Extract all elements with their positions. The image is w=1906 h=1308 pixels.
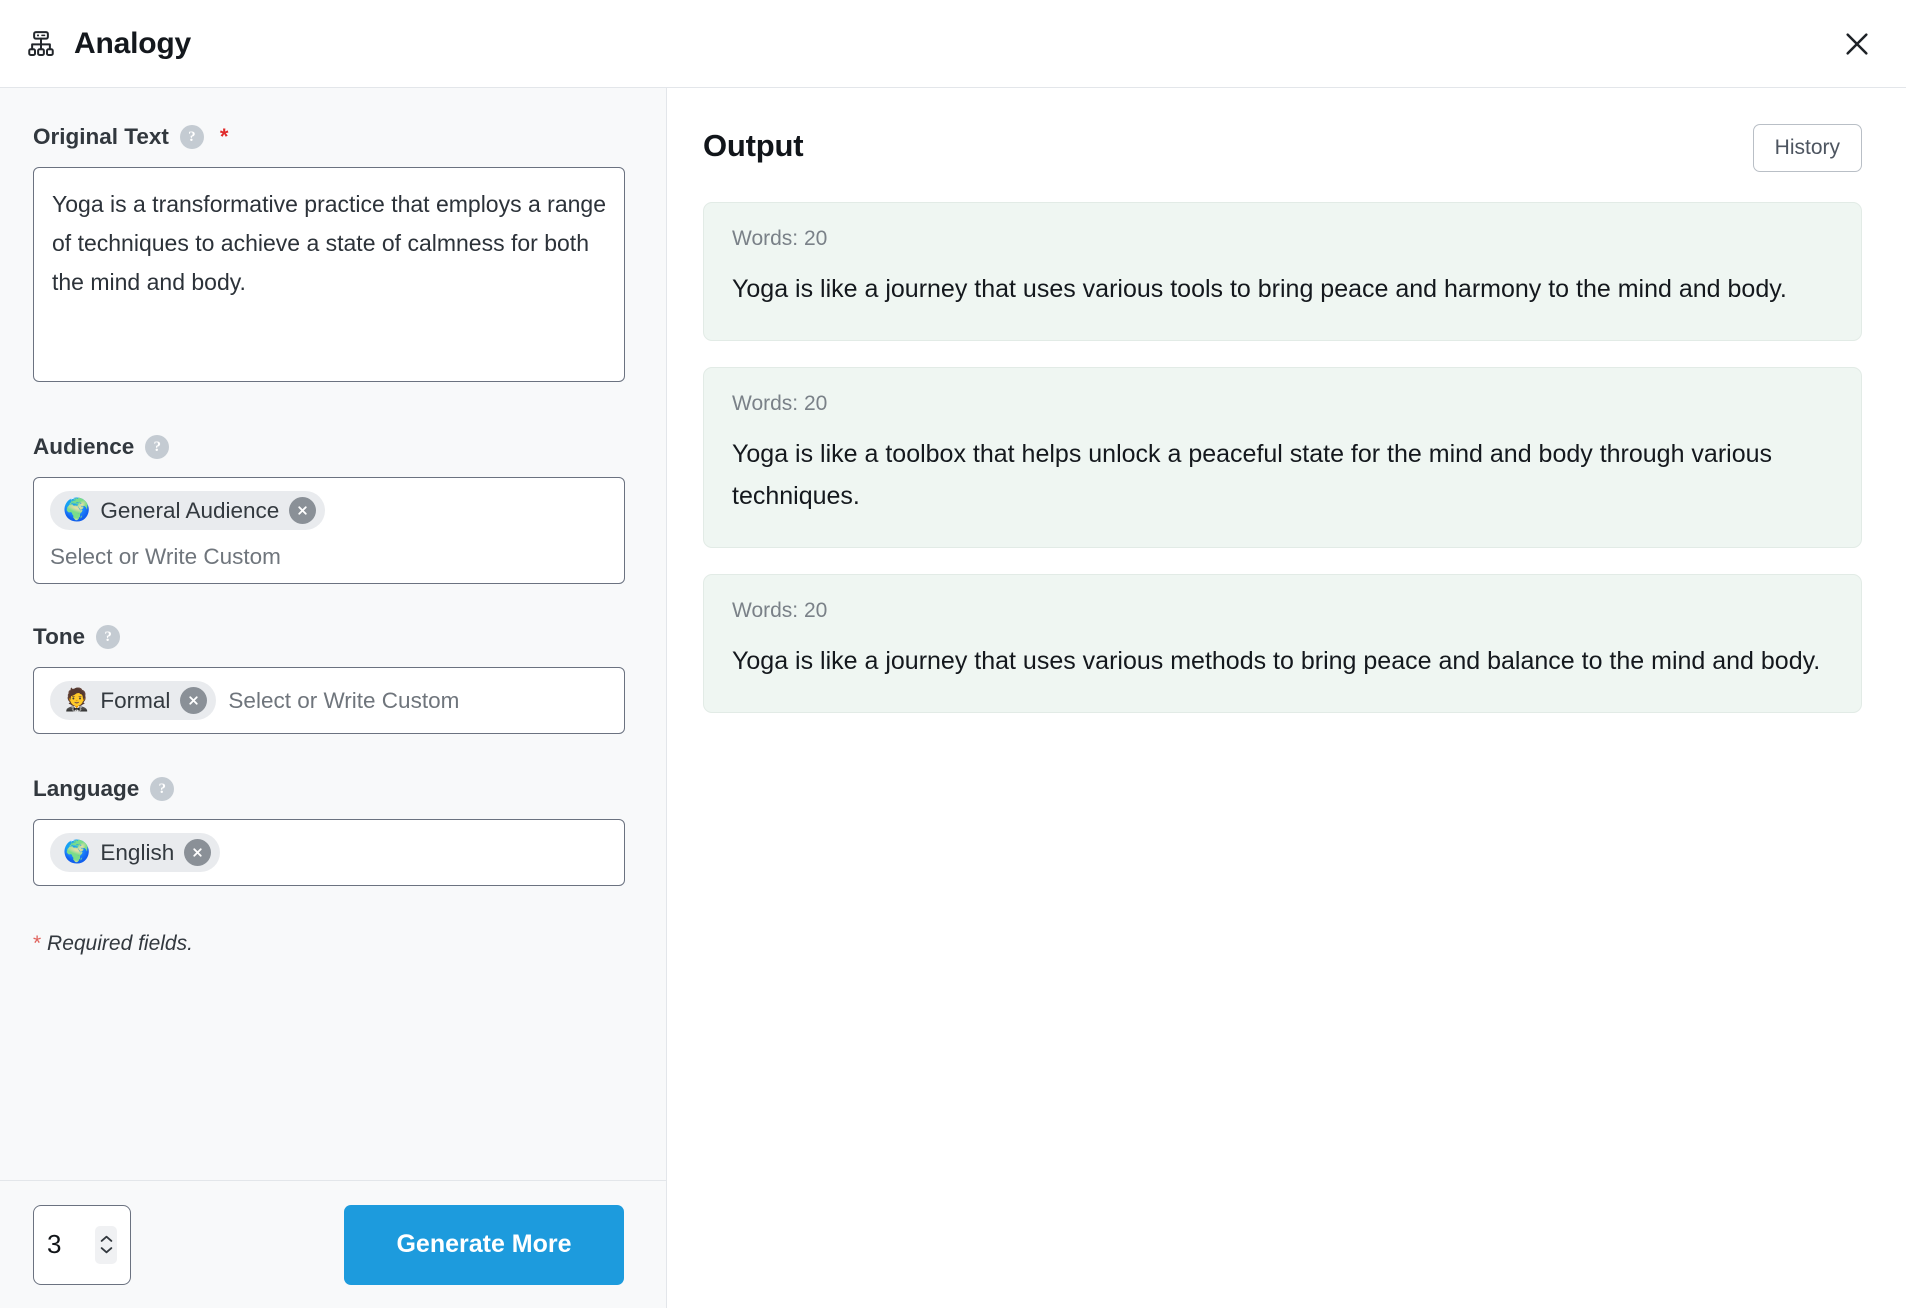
language-tag-input[interactable]: 🌍 English [33,819,625,886]
field-tone: Tone ? 🤵 Formal Select or Write Custom [33,624,625,734]
field-language: Language ? 🌍 English [33,776,625,886]
output-panel: Output History Words: 20 Yoga is like a … [667,88,1906,1308]
page-title: Analogy [74,26,191,60]
output-result-text: Yoga is like a journey that uses various… [732,275,1787,303]
person-in-tuxedo-icon: 🤵 [63,687,91,713]
close-icon[interactable] [1834,21,1880,67]
field-original-text: Original Text ? * [33,124,625,382]
tone-label: Tone [33,624,86,649]
audience-label-row: Audience ? [33,434,624,460]
required-asterisk: * [219,124,229,149]
required-note-asterisk: * [33,932,42,955]
audience-tag-label: General Audience [100,497,280,523]
output-header: Output History [703,124,1862,172]
history-button[interactable]: History [1752,124,1862,172]
word-count-label: Words: 20 [732,392,828,415]
original-text-input[interactable] [33,167,625,382]
original-text-label-row: Original Text ? * [33,124,624,150]
chevron-down-icon [100,1247,112,1254]
field-audience: Audience ? 🌍 General Audience Select or … [33,434,625,584]
language-tag-label: English [100,839,175,865]
tone-placeholder: Select or Write Custom [228,687,460,713]
question-mark-icon[interactable]: ? [179,125,204,149]
tone-label-row: Tone ? [33,624,624,650]
input-form-scroll-area: Original Text ? * Audience ? 🌍 [0,88,666,1180]
original-text-label: Original Text [33,124,169,149]
language-tag-english[interactable]: 🌍 English [50,833,221,872]
audience-placeholder: Select or Write Custom [50,544,281,569]
sitemap-icon [24,27,58,61]
tone-tag-label: Formal [100,687,171,713]
form-footer: 3 Generate More [0,1180,666,1308]
output-result-text: Yoga is like a journey that uses various… [732,647,1821,675]
globe-icon: 🌍 [63,839,91,865]
generate-more-button[interactable]: Generate More [344,1204,624,1285]
output-result-card[interactable]: Words: 20 Yoga is like a toolbox that he… [703,367,1862,548]
generation-count-stepper[interactable]: 3 [33,1204,131,1285]
stepper-buttons[interactable] [95,1225,117,1264]
remove-tag-icon[interactable] [184,839,212,866]
question-mark-icon[interactable]: ? [145,435,170,459]
window-titlebar: Analogy [0,0,1906,88]
question-mark-icon[interactable]: ? [96,625,121,649]
globe-icon: 🌍 [63,497,91,523]
output-result-text: Yoga is like a toolbox that helps unlock… [732,440,1773,510]
window-body: Original Text ? * Audience ? 🌍 [0,88,1906,1308]
chevron-up-icon [100,1235,112,1242]
remove-tag-icon[interactable] [180,687,208,714]
audience-label: Audience [33,434,135,459]
word-count-label: Words: 20 [732,227,828,250]
question-mark-icon[interactable]: ? [150,777,175,801]
audience-tag-input[interactable]: 🌍 General Audience Select or Write Custo… [33,477,625,584]
word-count-label: Words: 20 [732,599,828,622]
tone-tag-formal[interactable]: 🤵 Formal [50,681,217,720]
analogy-tool-window: Analogy Original Text ? * Yoga is a tran… [0,0,1906,1308]
tone-tag-input[interactable]: 🤵 Formal Select or Write Custom [33,667,625,734]
input-form-panel: Original Text ? * Audience ? 🌍 [0,88,667,1308]
remove-tag-icon[interactable] [289,497,317,524]
output-results-list: Words: 20 Yoga is like a journey that us… [703,202,1862,713]
output-title: Output [703,128,804,163]
required-note-text: Required fields. [47,932,193,955]
language-label-row: Language ? [33,776,624,802]
titlebar-left-group: Analogy [24,27,191,61]
output-result-card[interactable]: Words: 20 Yoga is like a journey that us… [703,574,1862,713]
output-result-card[interactable]: Words: 20 Yoga is like a journey that us… [703,202,1862,341]
language-label: Language [33,776,140,801]
audience-tag-general-audience[interactable]: 🌍 General Audience [50,491,326,530]
generation-count-value[interactable]: 3 [47,1229,87,1260]
required-fields-note: * Required fields. [33,932,624,956]
